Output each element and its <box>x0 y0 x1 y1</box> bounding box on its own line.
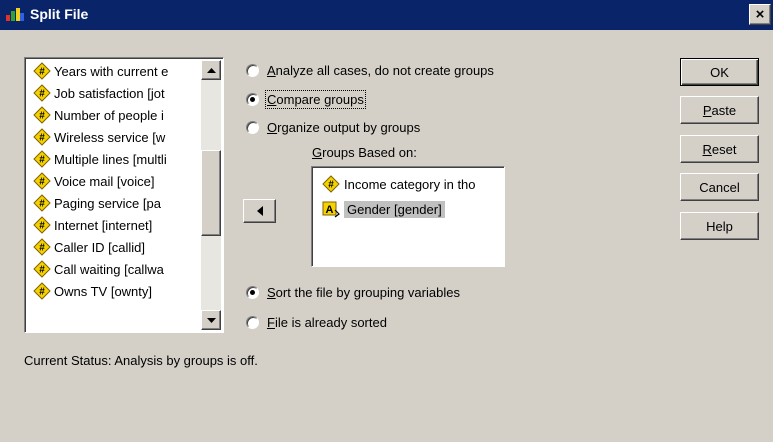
svg-text:#: # <box>39 287 45 298</box>
reset-button[interactable]: Reset <box>680 135 759 163</box>
help-button-label: Help <box>706 218 733 234</box>
groups-based-on-label: Groups Based on: <box>312 145 417 160</box>
svg-text:#: # <box>328 180 334 191</box>
svg-text:#: # <box>39 89 45 100</box>
scale-variable-icon: # <box>33 172 51 190</box>
reset-button-label: Reset <box>702 141 737 157</box>
scale-variable-icon: # <box>33 84 51 102</box>
window-title: Split File <box>30 6 89 22</box>
compare-groups-label[interactable]: Compare groups <box>265 90 366 109</box>
variable-label: Wireless service [w <box>54 129 166 145</box>
already-sorted-radio[interactable] <box>246 316 259 329</box>
variable-label: Internet [internet] <box>54 217 153 233</box>
svg-text:#: # <box>39 155 45 166</box>
scale-variable-icon: # <box>33 282 51 300</box>
svg-text:#: # <box>39 177 45 188</box>
arrow-up-icon <box>206 67 216 73</box>
variable-list-items: # Years with current e # Job satisfaction [… <box>27 60 203 302</box>
cancel-button[interactable]: Cancel <box>680 173 759 201</box>
already-sorted-label[interactable]: File is already sorted <box>267 315 387 330</box>
organize-output-option[interactable]: Organize output by groups <box>246 120 420 135</box>
variable-list-item[interactable]: # Owns TV [ownty] <box>27 280 203 302</box>
scale-variable-icon: # <box>322 175 340 193</box>
scale-variable-icon: # <box>33 216 51 234</box>
sort-by-grouping-option[interactable]: Sort the file by grouping variables <box>246 285 460 300</box>
sort-by-grouping-label[interactable]: Sort the file by grouping variables <box>267 285 460 300</box>
variable-list-item[interactable]: # Paging service [pa <box>27 192 203 214</box>
svg-text:#: # <box>39 243 45 254</box>
variable-label: Voice mail [voice] <box>54 173 155 189</box>
help-button[interactable]: Help <box>680 212 759 240</box>
group-variable-item[interactable]: A Gender [gender] <box>316 198 445 220</box>
variable-list-item[interactable]: # Call waiting [callwa <box>27 258 203 280</box>
scroll-down-button[interactable] <box>201 310 221 330</box>
scale-variable-icon: # <box>33 260 51 278</box>
sort-by-grouping-radio[interactable] <box>246 286 259 299</box>
scale-variable-icon: # <box>33 128 51 146</box>
close-icon: × <box>755 6 765 23</box>
variable-list-item[interactable]: # Multiple lines [multli <box>27 148 203 170</box>
scale-variable-icon: # <box>33 150 51 168</box>
variable-label: Call waiting [callwa <box>54 261 164 277</box>
svg-text:#: # <box>39 199 45 210</box>
variable-label: Owns TV [ownty] <box>54 283 153 299</box>
variable-list-item[interactable]: # Job satisfaction [jot <box>27 82 203 104</box>
scale-variable-icon: # <box>33 194 51 212</box>
analyze-all-radio[interactable] <box>246 64 259 77</box>
arrow-left-icon <box>256 206 263 216</box>
ok-button[interactable]: OK <box>680 58 759 86</box>
already-sorted-option[interactable]: File is already sorted <box>246 315 387 330</box>
close-button[interactable]: × <box>749 4 771 25</box>
variable-list[interactable]: # Years with current e # Job satisfaction [… <box>24 57 224 333</box>
scale-variable-icon: # <box>33 238 51 256</box>
ok-button-label: OK <box>710 64 729 80</box>
paste-button[interactable]: Paste <box>680 96 759 124</box>
variable-label: Number of people i <box>54 107 164 123</box>
compare-groups-option[interactable]: Compare groups <box>246 90 366 109</box>
current-status: Current Status: Analysis by groups is of… <box>24 353 258 368</box>
group-variable-label: Gender [gender] <box>344 200 445 218</box>
svg-text:#: # <box>39 67 45 78</box>
variable-label: Job satisfaction [jot <box>54 85 165 101</box>
analyze-all-label[interactable]: Analyze all cases, do not create groups <box>267 63 494 78</box>
scale-variable-icon: # <box>33 106 51 124</box>
scale-variable-icon: # <box>33 62 51 80</box>
variable-list-item[interactable]: # Wireless service [w <box>27 126 203 148</box>
move-variable-button[interactable] <box>243 199 276 223</box>
variable-list-item[interactable]: # Caller ID [callid] <box>27 236 203 258</box>
svg-text:#: # <box>39 221 45 232</box>
organize-output-label[interactable]: Organize output by groups <box>267 120 420 135</box>
svg-text:#: # <box>39 133 45 144</box>
organize-output-radio[interactable] <box>246 121 259 134</box>
scroll-thumb[interactable] <box>201 150 221 236</box>
groups-based-on-list[interactable]: # Income category in tho A Gender [gender] <box>311 166 505 267</box>
svg-text:A: A <box>326 204 334 216</box>
variable-list-scrollbar[interactable] <box>201 60 221 330</box>
variable-list-item[interactable]: # Internet [internet] <box>27 214 203 236</box>
paste-button-label: Paste <box>702 102 737 118</box>
analyze-all-option[interactable]: Analyze all cases, do not create groups <box>246 63 494 78</box>
arrow-down-icon <box>206 317 216 323</box>
title-bar: Split File × <box>0 0 773 30</box>
group-variable-item[interactable]: # Income category in tho <box>316 173 476 195</box>
variable-list-item[interactable]: # Voice mail [voice] <box>27 170 203 192</box>
svg-text:#: # <box>39 111 45 122</box>
spss-app-icon <box>6 8 24 21</box>
compare-groups-radio[interactable] <box>246 93 259 106</box>
variable-label: Years with current e <box>54 63 169 79</box>
group-variable-label: Income category in tho <box>344 176 476 192</box>
variable-list-item[interactable]: # Years with current e <box>27 60 203 82</box>
variable-label: Multiple lines [multli <box>54 151 167 167</box>
string-variable-icon: A <box>322 201 340 218</box>
cancel-button-label: Cancel <box>699 179 740 195</box>
scroll-up-button[interactable] <box>201 60 221 80</box>
variable-label: Paging service [pa <box>54 195 161 211</box>
variable-list-item[interactable]: # Number of people i <box>27 104 203 126</box>
svg-text:#: # <box>39 265 45 276</box>
variable-label: Caller ID [callid] <box>54 239 146 255</box>
